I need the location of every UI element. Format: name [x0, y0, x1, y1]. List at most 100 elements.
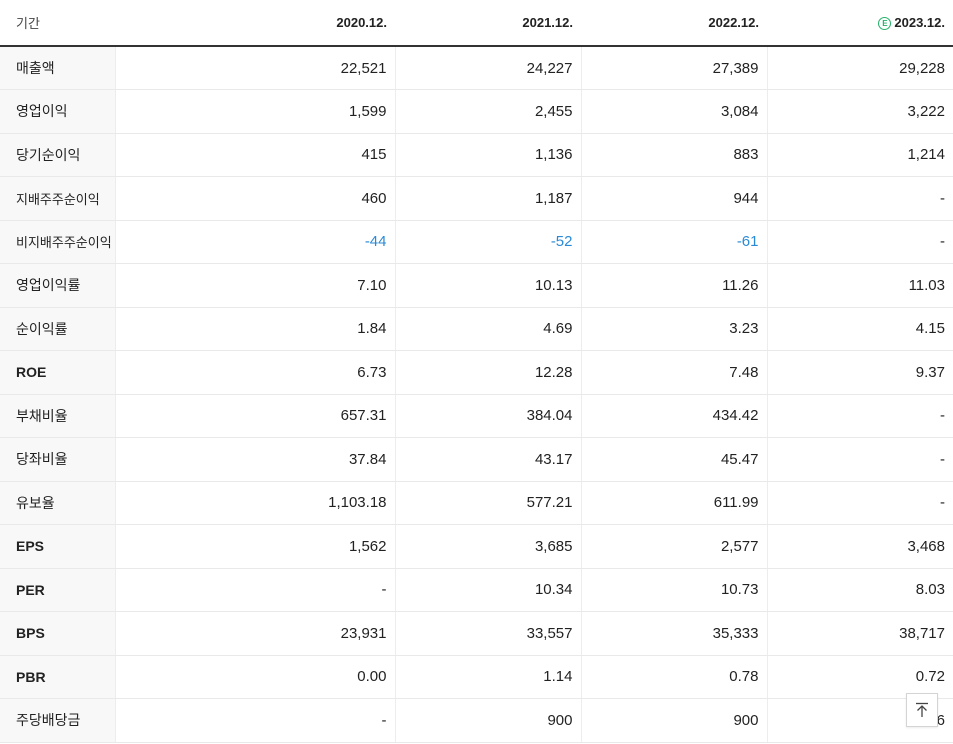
table-cell: 8.03: [766, 568, 953, 612]
table-cell: 38,717: [766, 611, 953, 656]
table-cell: 7.48: [580, 350, 767, 395]
table-cell: -: [766, 176, 953, 221]
table-cell: -: [766, 437, 953, 482]
row-label: PER: [0, 568, 115, 612]
table-cell: 900: [394, 698, 581, 743]
row-label: 영업이익: [0, 89, 115, 134]
table-cell: 434.42: [580, 393, 767, 438]
row-label: EPS: [0, 524, 115, 569]
table-cell: 460: [114, 176, 395, 221]
table-row: 당기순이익 415 1,136 883 1,214: [0, 133, 953, 177]
table-cell: 1,599: [114, 89, 395, 134]
period-header-0: 2020.12.: [115, 0, 395, 47]
table-cell: 4.15: [766, 307, 953, 351]
table-cell: 0.78: [580, 655, 767, 699]
row-label: 주당배당금: [0, 698, 115, 743]
table-row: 당좌비율 37.84 43.17 45.47-: [0, 437, 953, 482]
table-cell: 384.04: [394, 393, 581, 438]
financial-summary-table: 기간 2020.12. 2021.12. 2022.12. E 2023.12. …: [0, 0, 953, 743]
table-cell: 1,136: [394, 133, 581, 177]
table-row: 비지배주주순이익 -44 -52 -61-: [0, 220, 953, 264]
table-cell: 10.34: [394, 568, 581, 612]
table-row: 지배주주순이익 460 1,187 944-: [0, 176, 953, 221]
table-cell: 22,521: [114, 46, 395, 90]
row-label: 부채비율: [0, 393, 115, 438]
table-row: ROE 6.73 12.28 7.48 9.37: [0, 350, 953, 395]
period-label: 2020.12.: [336, 15, 387, 30]
table-cell: 1,562: [114, 524, 395, 569]
table-cell: 45.47: [580, 437, 767, 482]
row-label: 순이익률: [0, 307, 115, 351]
period-label-header: 기간: [0, 0, 115, 47]
table-cell: 10.13: [394, 263, 581, 308]
financial-rows: 매출액 22,521 24,227 27,389 29,228 영업이익 1,599 2,45…: [0, 46, 953, 743]
table-cell: 12.28: [394, 350, 581, 395]
table-cell: -44: [114, 220, 395, 264]
table-cell: 1,187: [394, 176, 581, 221]
period-label: 2023.12.: [894, 15, 945, 30]
table-cell: 35,333: [580, 611, 767, 656]
row-label: 유보율: [0, 481, 115, 525]
table-cell: 6.73: [114, 350, 395, 395]
period-header-2: 2022.12.: [581, 0, 767, 47]
table-cell: 7.10: [114, 263, 395, 308]
table-cell: 1.14: [394, 655, 581, 699]
row-label: 지배주주순이익: [0, 176, 115, 221]
table-cell: 415: [114, 133, 395, 177]
table-row: PBR 0.00 1.14 0.78 0.72: [0, 655, 953, 699]
row-label: ROE: [0, 350, 115, 395]
table-cell: -61: [580, 220, 767, 264]
table-cell: 3.23: [580, 307, 767, 351]
table-cell: 1.84: [114, 307, 395, 351]
table-row: 주당배당금 -900 900 6: [0, 698, 953, 743]
table-cell: -: [766, 393, 953, 438]
table-row: EPS 1,562 3,685 2,577 3,468: [0, 524, 953, 569]
table-cell: 37.84: [114, 437, 395, 482]
table-cell: 3,468: [766, 524, 953, 569]
table-cell: -52: [394, 220, 581, 264]
row-label: 당기순이익: [0, 133, 115, 177]
row-label: 당좌비율: [0, 437, 115, 482]
table-row: BPS 23,931 33,557 35,333 38,717: [0, 611, 953, 656]
row-label: 비지배주주순이익: [0, 220, 115, 264]
period-header-row: 기간 2020.12. 2021.12. 2022.12. E 2023.12.: [0, 0, 953, 47]
estimate-badge-icon: E: [878, 17, 892, 30]
row-label: PBR: [0, 655, 115, 699]
table-cell: 23,931: [114, 611, 395, 656]
table-cell: 577.21: [394, 481, 581, 525]
table-cell: 3,084: [580, 89, 767, 134]
table-cell: 24,227: [394, 46, 581, 90]
table-cell: 1,103.18: [114, 481, 395, 525]
table-cell: 611.99: [580, 481, 767, 525]
table-cell: -: [114, 698, 395, 743]
table-cell: 29,228: [766, 46, 953, 90]
table-cell: 33,557: [394, 611, 581, 656]
table-cell: 1,214: [766, 133, 953, 177]
table-cell: -: [766, 481, 953, 525]
table-cell: 3,222: [766, 89, 953, 134]
table-row: 유보율 1,103.18 577.21 611.99-: [0, 481, 953, 525]
table-cell: 0.00: [114, 655, 395, 699]
table-cell: 43.17: [394, 437, 581, 482]
period-label: 2022.12.: [708, 15, 759, 30]
arrow-up-icon: [916, 702, 928, 717]
table-cell: 4.69: [394, 307, 581, 351]
table-cell: 11.26: [580, 263, 767, 308]
table-cell: 11.03: [766, 263, 953, 308]
table-cell: 10.73: [580, 568, 767, 612]
table-row: 영업이익 1,599 2,455 3,084 3,222: [0, 89, 953, 134]
period-label: 2021.12.: [522, 15, 573, 30]
table-cell: -: [766, 220, 953, 264]
table-cell: -: [114, 568, 395, 612]
table-row: 영업이익률 7.10 10.13 11.26 11.03: [0, 263, 953, 308]
table-row: 매출액 22,521 24,227 27,389 29,228: [0, 46, 953, 90]
period-header-1: 2021.12.: [395, 0, 581, 47]
row-label: 영업이익률: [0, 263, 115, 308]
row-label: 매출액: [0, 46, 115, 90]
table-cell: 2,577: [580, 524, 767, 569]
scroll-to-top-button[interactable]: [906, 693, 938, 727]
table-row: PER -10.34 10.73 8.03: [0, 568, 953, 612]
table-row: 부채비율 657.31 384.04 434.42-: [0, 393, 953, 438]
table-cell: 0.72: [766, 655, 953, 699]
table-cell: 3,685: [394, 524, 581, 569]
